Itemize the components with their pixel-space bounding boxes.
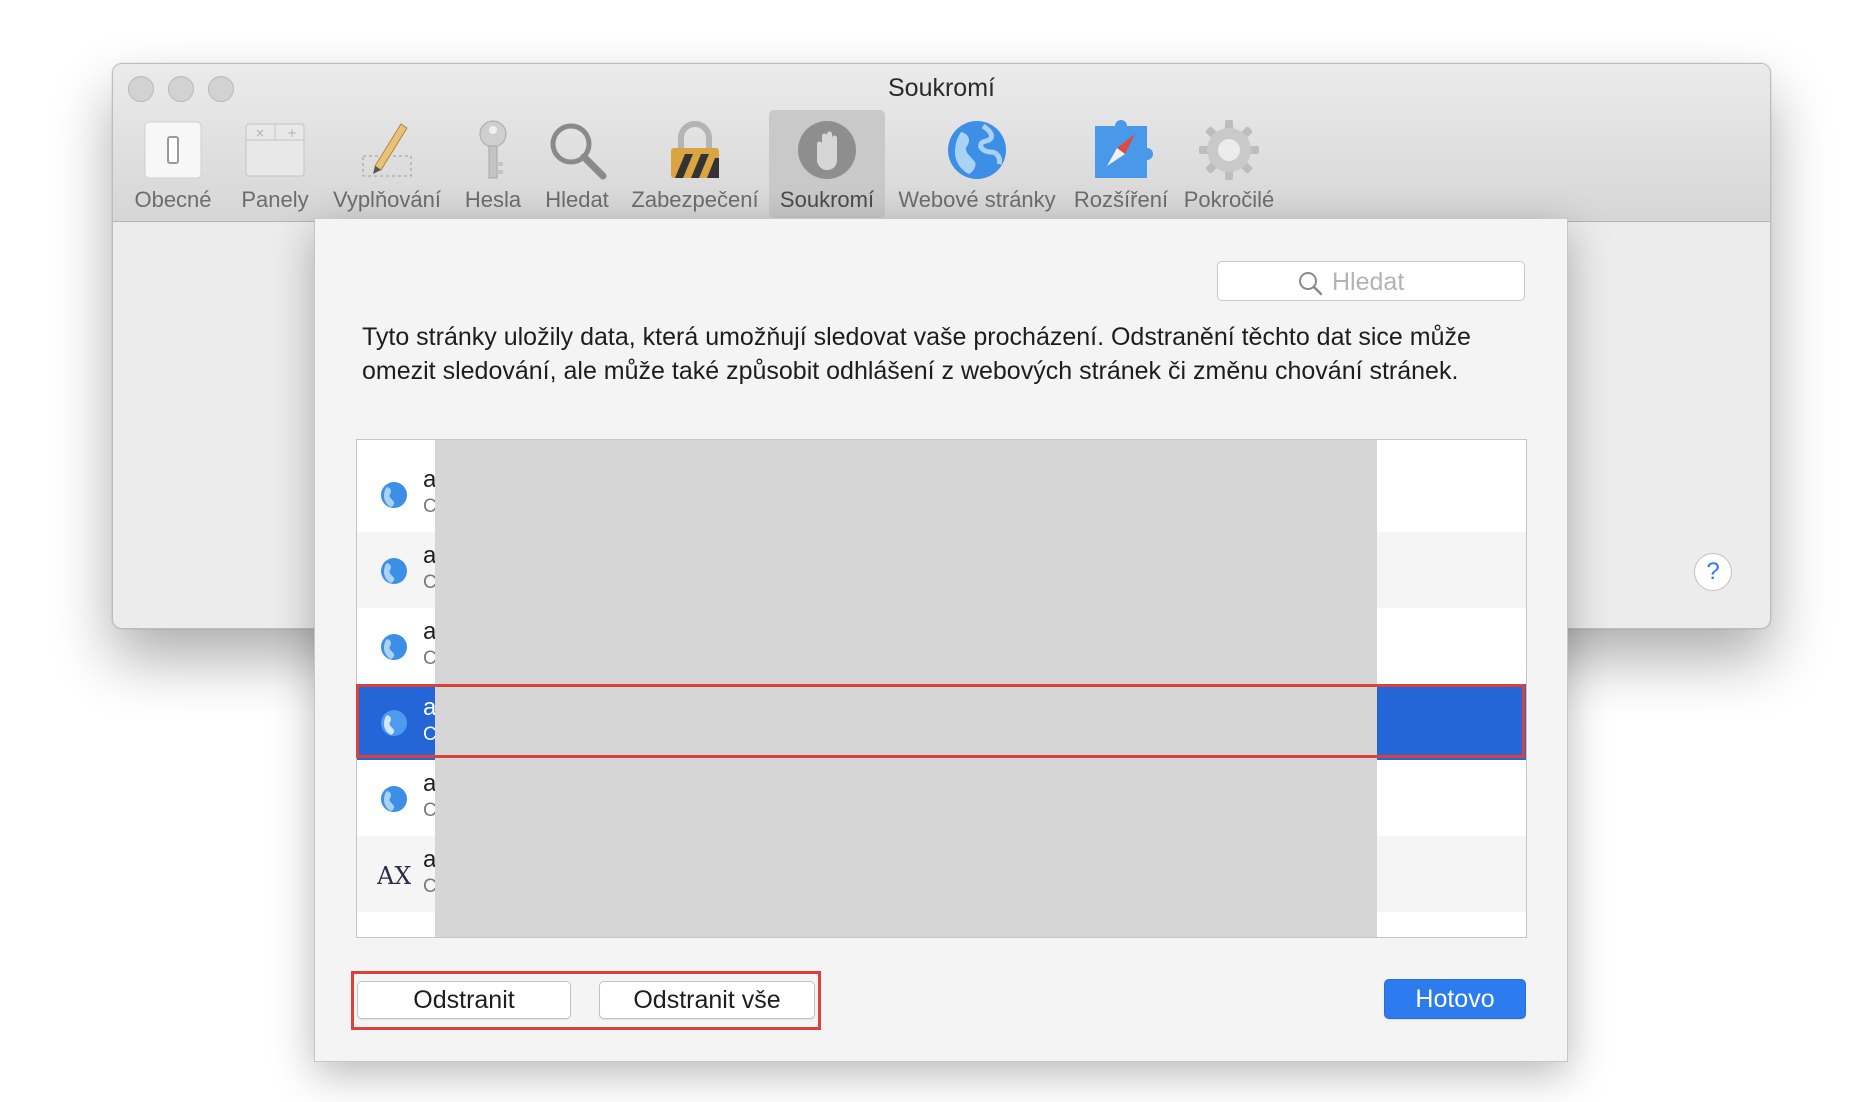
website-data-list[interactable]: a C a C a C a C a C AX a C xyxy=(356,439,1527,938)
tab-zabezpeceni[interactable]: Zabezpečení xyxy=(625,110,765,218)
search-field[interactable]: Hledat xyxy=(1217,261,1525,301)
tab-label: Hesla xyxy=(464,187,522,212)
globe-icon xyxy=(381,710,407,736)
gear-icon xyxy=(1199,120,1259,180)
window-title: Soukromí xyxy=(888,74,995,102)
ax-logo-icon: AX xyxy=(377,862,411,890)
done-button[interactable]: Hotovo xyxy=(1384,979,1526,1019)
general-switch-icon xyxy=(144,121,202,179)
tab-hesla[interactable]: Hesla xyxy=(457,110,529,218)
remove-button[interactable]: Odstranit xyxy=(357,981,571,1019)
key-icon xyxy=(479,120,507,179)
tab-label: Hledat xyxy=(545,187,609,212)
remove-all-button[interactable]: Odstranit vše xyxy=(599,981,815,1019)
globe-icon xyxy=(381,482,407,508)
tab-label: Zabezpečení xyxy=(631,187,759,212)
tab-label: Rozšíření xyxy=(1073,187,1169,212)
search-icon xyxy=(1299,272,1323,296)
pencil-icon xyxy=(362,123,412,177)
tab-label: Webové stránky xyxy=(898,187,1056,212)
puzzle-compass-icon xyxy=(1095,120,1153,178)
tab-soukromi[interactable]: Soukromí xyxy=(769,110,885,218)
globe-icon xyxy=(381,634,407,660)
tab-label: Obecné xyxy=(134,187,212,212)
globe-icon xyxy=(379,936,409,938)
globe-icon xyxy=(381,558,407,584)
magnifier-icon xyxy=(550,123,607,180)
website-data-sheet: Hledat Tyto stránky uložily data, která … xyxy=(314,219,1568,1062)
tab-pokrocile[interactable]: Pokročilé xyxy=(1177,110,1281,218)
globe-icon xyxy=(381,786,407,812)
tab-panely[interactable]: × + Panely xyxy=(233,110,317,218)
description-text: Tyto stránky uložily data, která umožňuj… xyxy=(362,323,1471,385)
globe-icon xyxy=(948,121,1006,179)
svg-text:AX: AX xyxy=(377,862,411,890)
tab-obecne[interactable]: Obecné xyxy=(123,110,223,218)
tab-label: Panely xyxy=(241,187,309,212)
tab-vyplnovani[interactable]: Vyplňování xyxy=(325,110,449,218)
tab-rozsireni[interactable]: Rozšíření xyxy=(1071,110,1171,218)
search-placeholder: Hledat xyxy=(1332,268,1405,296)
tab-hledat[interactable]: Hledat xyxy=(537,110,617,218)
tab-webove-stranky[interactable]: Webové stránky xyxy=(891,110,1063,218)
svg-text:+: + xyxy=(287,126,297,140)
titlebar: Soukromí Obecné × + Panely Vyplňování He… xyxy=(113,64,1770,222)
tabs-icon: × + xyxy=(245,123,305,177)
tab-label: Soukromí xyxy=(779,187,875,212)
help-button[interactable]: ? xyxy=(1694,553,1732,591)
hand-icon xyxy=(798,121,856,179)
svg-text:×: × xyxy=(255,126,265,140)
redacted-region xyxy=(435,440,1377,937)
tab-label: Vyplňování xyxy=(332,187,442,212)
padlock-icon xyxy=(671,121,719,178)
tab-label: Pokročilé xyxy=(1183,187,1275,212)
